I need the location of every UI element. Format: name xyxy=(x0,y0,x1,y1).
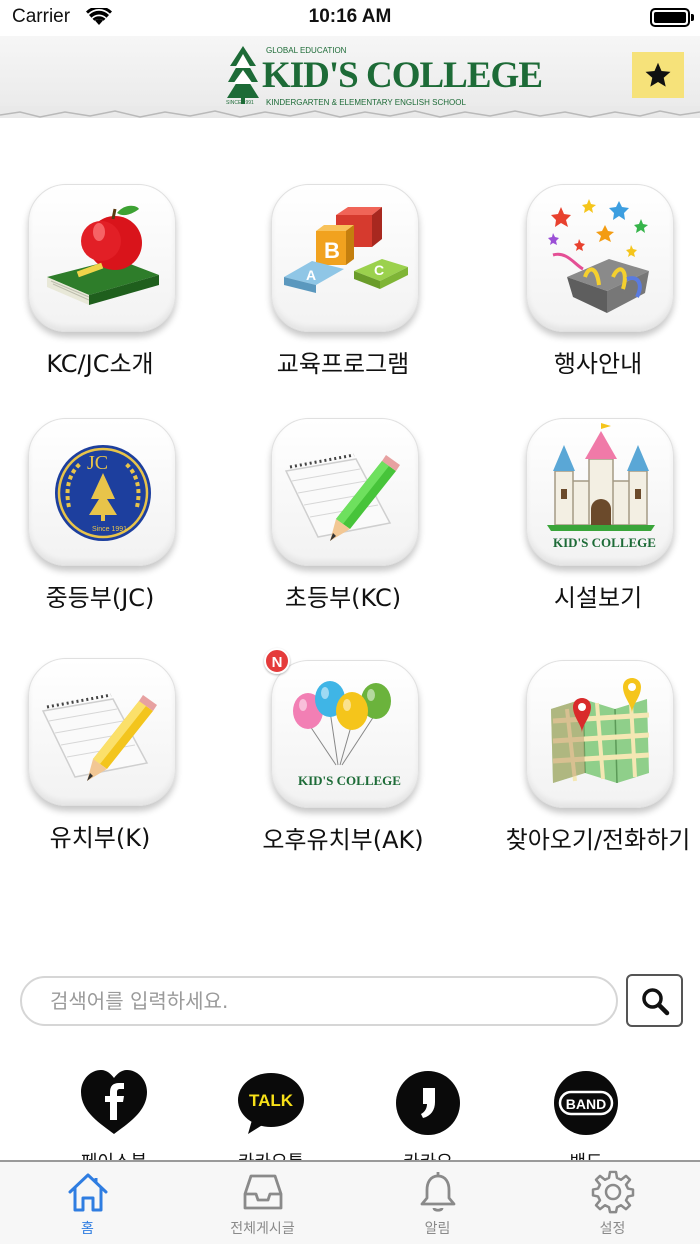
svg-text:Since 1991: Since 1991 xyxy=(92,526,127,533)
kids-college-logo: GLOBAL EDUCATION KID'S COLLEGE KINDERGAR… xyxy=(224,42,543,112)
battery-icon xyxy=(650,8,694,27)
menu-tile: KID'S COLLEGE xyxy=(526,418,674,566)
tab-bar: 홈 전체게시글 알림 설정 xyxy=(0,1160,700,1244)
menu-item-middle-school[interactable]: JC Since 1991 중등부(JC) xyxy=(0,418,200,628)
menu-item-kcjc-intro[interactable]: KC/JC소개 xyxy=(0,184,200,394)
favorite-button[interactable] xyxy=(632,52,684,98)
band-link[interactable]: BAND 밴드 xyxy=(541,1068,631,1164)
map-pins-icon xyxy=(551,678,650,784)
svg-text:BAND: BAND xyxy=(566,1096,606,1112)
menu-label: 찾아오기/전화하기 xyxy=(505,826,691,854)
clock: 10:16 AM xyxy=(308,6,392,27)
menu-tile xyxy=(271,418,419,566)
menu-item-afternoon-kindergarten[interactable]: KID'S COLLEGE 오후유치부(AK) xyxy=(243,660,443,870)
svg-text:B: B xyxy=(324,238,340,263)
green-pencil-notepad-icon xyxy=(284,453,400,541)
menu-tile xyxy=(526,660,674,808)
tab-notifications[interactable]: 알림 xyxy=(350,1170,525,1244)
abc-blocks-icon: B A C xyxy=(284,207,408,293)
status-bar: Carrier 10:16 AM xyxy=(0,0,700,36)
menu-tile: JC Since 1991 xyxy=(28,418,176,566)
castle-icon: KID'S COLLEGE xyxy=(547,423,656,550)
tab-all-posts[interactable]: 전체게시글 xyxy=(175,1170,350,1244)
menu-item-elementary[interactable]: 초등부(KC) xyxy=(243,418,443,628)
svg-text:C: C xyxy=(374,262,384,278)
svg-text:A: A xyxy=(306,267,316,283)
facebook-link[interactable]: 페이스북 xyxy=(69,1068,159,1164)
home-icon xyxy=(68,1173,107,1212)
svg-text:KID'S COLLEGE: KID'S COLLEGE xyxy=(553,535,656,550)
balloons-icon: KID'S COLLEGE xyxy=(293,681,401,788)
tab-label: 설정 xyxy=(599,1221,626,1237)
tab-label: 홈 xyxy=(81,1221,94,1237)
facebook-icon xyxy=(81,1070,147,1134)
kakaotalk-icon: TALK xyxy=(238,1073,304,1134)
kakaotalk-link[interactable]: TALK 카카오톡 xyxy=(226,1068,316,1164)
band-icon: BAND xyxy=(554,1071,618,1135)
logo-tagline-bottom: KINDERGARTEN & ELEMENTARY ENGLISH SCHOOL xyxy=(266,98,466,107)
tree-logo-icon xyxy=(227,46,259,104)
menu-label: 초등부(KC) xyxy=(284,584,402,612)
svg-text:KID'S COLLEGE: KID'S COLLEGE xyxy=(298,773,401,788)
bell-icon xyxy=(420,1172,455,1212)
new-badge: N xyxy=(264,648,290,674)
tab-home[interactable]: 홈 xyxy=(0,1170,175,1244)
menu-item-directions[interactable]: 찾아오기/전화하기 xyxy=(498,660,698,870)
svg-text:JC: JC xyxy=(87,452,108,474)
search-icon xyxy=(641,987,669,1015)
inbox-icon xyxy=(243,1174,282,1210)
menu-item-education-program[interactable]: B A C 교육프로그램 xyxy=(243,184,443,394)
gift-box-stars-icon xyxy=(548,199,649,313)
tab-label: 알림 xyxy=(424,1221,451,1237)
search-button[interactable] xyxy=(626,974,683,1027)
star-icon xyxy=(645,62,671,87)
tab-settings[interactable]: 설정 xyxy=(525,1170,700,1244)
menu-tile: B A C xyxy=(271,184,419,332)
menu-label: 시설보기 xyxy=(553,584,643,612)
jc-emblem-icon: JC Since 1991 xyxy=(55,445,151,541)
kakaostory-link[interactable]: 카카오 xyxy=(383,1068,473,1164)
menu-item-events[interactable]: 행사안내 xyxy=(498,184,698,394)
menu-tile xyxy=(526,184,674,332)
tab-label: 전체게시글 xyxy=(230,1221,295,1237)
logo-name: KID'S COLLEGE xyxy=(262,55,543,96)
logo-since: SINCE 1991 xyxy=(226,100,254,106)
search-input[interactable] xyxy=(20,976,618,1026)
menu-item-facilities[interactable]: KID'S COLLEGE 시설보기 xyxy=(498,418,698,628)
apple-book-icon xyxy=(47,205,159,305)
menu-label: 행사안내 xyxy=(553,350,643,378)
yellow-pencil-notepad-icon xyxy=(41,693,157,781)
menu-label: 교육프로그램 xyxy=(276,350,410,378)
svg-text:TALK: TALK xyxy=(249,1091,294,1110)
kakaostory-icon xyxy=(396,1071,460,1135)
menu-tile xyxy=(28,184,176,332)
menu-item-kindergarten[interactable]: 유치부(K) xyxy=(0,658,200,868)
gear-icon xyxy=(591,1170,634,1214)
menu-tile: KID'S COLLEGE xyxy=(271,660,419,808)
menu-label: 오후유치부(AK) xyxy=(262,826,424,854)
menu-tile xyxy=(28,658,176,806)
